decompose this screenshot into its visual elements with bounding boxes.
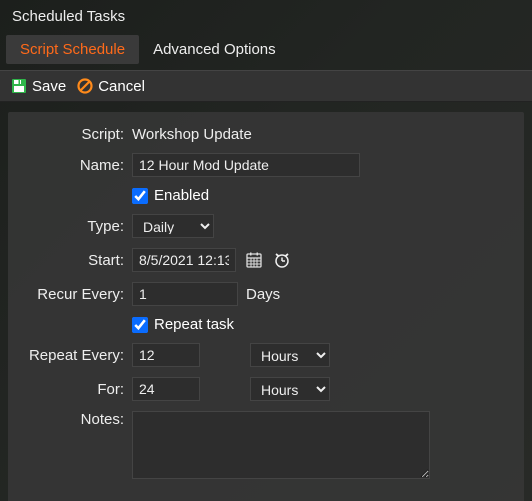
repeat-task-checkbox[interactable] — [132, 317, 148, 333]
tab-strip: Script Schedule Advanced Options — [0, 35, 532, 64]
scheduled-tasks-window: Scheduled Tasks Script Schedule Advanced… — [0, 0, 532, 501]
repeat-task-label: Repeat task — [154, 316, 234, 333]
enabled-checkbox-wrap[interactable]: Enabled — [132, 187, 209, 204]
save-label: Save — [32, 78, 66, 95]
name-label: Name: — [20, 157, 132, 174]
form-panel: Script: Workshop Update Name: Enabled Ty… — [8, 112, 524, 501]
recur-every-input[interactable] — [132, 282, 238, 306]
cancel-button[interactable]: Cancel — [76, 77, 145, 95]
for-input[interactable] — [132, 377, 200, 401]
toolbar: Save Cancel — [0, 70, 532, 102]
for-label: For: — [20, 381, 132, 398]
tab-label: Script Schedule — [20, 41, 125, 58]
script-label: Script: — [20, 126, 132, 143]
recur-unit-label: Days — [246, 286, 280, 303]
tab-script-schedule[interactable]: Script Schedule — [6, 35, 139, 64]
save-icon — [10, 77, 28, 95]
calendar-icon[interactable] — [244, 250, 264, 270]
window-title: Scheduled Tasks — [0, 0, 532, 35]
name-input[interactable] — [132, 153, 360, 177]
type-label: Type: — [20, 218, 132, 235]
repeat-every-input[interactable] — [132, 343, 200, 367]
start-datetime-input[interactable] — [132, 248, 236, 272]
cancel-label: Cancel — [98, 78, 145, 95]
repeat-task-checkbox-wrap[interactable]: Repeat task — [132, 316, 234, 333]
save-button[interactable]: Save — [10, 77, 66, 95]
notes-textarea[interactable] — [132, 411, 430, 479]
tab-advanced-options[interactable]: Advanced Options — [139, 35, 290, 64]
script-value: Workshop Update — [132, 126, 252, 143]
enabled-checkbox[interactable] — [132, 188, 148, 204]
tab-label: Advanced Options — [153, 41, 276, 58]
alarm-clock-icon[interactable] — [272, 250, 292, 270]
type-select[interactable]: Daily — [132, 214, 214, 238]
cancel-icon — [76, 77, 94, 95]
repeat-every-label: Repeat Every: — [20, 347, 132, 364]
enabled-label: Enabled — [154, 187, 209, 204]
start-label: Start: — [20, 252, 132, 269]
for-unit-select[interactable]: Hours — [250, 377, 330, 401]
recur-every-label: Recur Every: — [20, 286, 132, 303]
notes-label: Notes: — [20, 411, 132, 428]
repeat-unit-select[interactable]: Hours — [250, 343, 330, 367]
